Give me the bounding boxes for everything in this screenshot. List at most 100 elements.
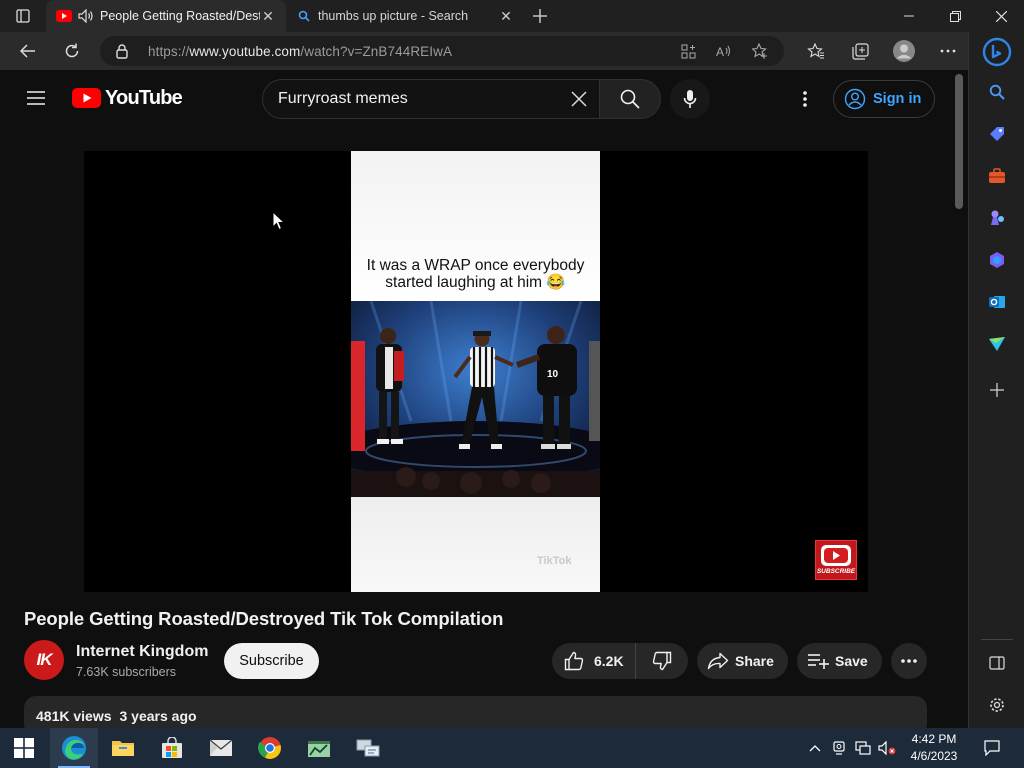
- plus-icon: [990, 383, 1004, 397]
- show-hidden-icons-button[interactable]: [803, 728, 827, 768]
- dislike-button[interactable]: [636, 643, 688, 679]
- taskbar-store[interactable]: [148, 728, 196, 768]
- minimize-button[interactable]: [886, 0, 932, 32]
- browser-tab-strip: People Getting Roasted/Destroyed Tik Tok…: [0, 0, 1024, 32]
- notifications-button[interactable]: [978, 728, 1006, 768]
- shopping-tag-icon: [990, 127, 1004, 141]
- search-input[interactable]: Furryroast memes: [278, 90, 559, 108]
- more-horizontal-icon: [940, 49, 956, 53]
- add-favorite-icon[interactable]: [742, 36, 778, 66]
- network-button[interactable]: [851, 728, 875, 768]
- more-actions-button[interactable]: [891, 643, 927, 679]
- new-tab-button[interactable]: [524, 0, 556, 32]
- camera-icon: [833, 741, 845, 755]
- taskbar-mail[interactable]: [197, 728, 245, 768]
- like-dislike-group: 6.2K: [552, 643, 688, 679]
- favorites-button[interactable]: [794, 32, 838, 70]
- youtube-page: YouTube Furryroast memes Sign in It was …: [0, 70, 968, 728]
- search-favicon-icon: [296, 8, 312, 24]
- taskbar-chart-app[interactable]: [295, 728, 343, 768]
- close-icon: [571, 91, 587, 107]
- more-vertical-icon: [803, 91, 807, 107]
- taskbar-edge[interactable]: [50, 728, 98, 768]
- channel-name[interactable]: Internet Kingdom: [76, 643, 208, 661]
- speaker-icon[interactable]: [78, 8, 94, 24]
- sidebar-tools-button[interactable]: [983, 162, 1011, 190]
- sidebar-shopping-button[interactable]: [983, 120, 1011, 148]
- subscribe-watermark[interactable]: SUBSCRIBE: [815, 540, 857, 580]
- plus-icon: [533, 9, 547, 23]
- read-aloud-icon[interactable]: A: [706, 36, 742, 66]
- tray-app-button[interactable]: [827, 728, 851, 768]
- collections-button[interactable]: [838, 32, 882, 70]
- save-label: Save: [835, 653, 868, 669]
- account-icon: [844, 88, 866, 110]
- guide-menu-button[interactable]: [18, 82, 54, 114]
- gear-icon: [990, 698, 1004, 712]
- taskbar-network-app[interactable]: [344, 728, 392, 768]
- save-button[interactable]: Save: [797, 643, 882, 679]
- more-horizontal-icon: [901, 659, 917, 663]
- channel-subscriber-count: 7.63K subscribers: [76, 665, 177, 679]
- share-label: Share: [735, 653, 774, 669]
- chess-piece-icon: [991, 210, 1004, 225]
- svg-text:10: 10: [547, 369, 559, 380]
- sidebar-settings-button[interactable]: [983, 691, 1011, 719]
- folder-icon: [112, 741, 134, 756]
- video-player[interactable]: It was a WRAP once everybody started lau…: [84, 151, 868, 592]
- taskbar-clock[interactable]: 4:42 PM 4/6/2023: [896, 731, 972, 765]
- url-field[interactable]: https://www.youtube.com/watch?v=ZnB744RE…: [100, 36, 784, 66]
- sign-in-button[interactable]: Sign in: [833, 80, 935, 118]
- app-available-icon[interactable]: [670, 36, 706, 66]
- channel-avatar-text: IK: [36, 650, 53, 669]
- restore-button[interactable]: [932, 0, 978, 32]
- profile-button[interactable]: [882, 32, 926, 70]
- youtube-wordmark: YouTube: [105, 86, 183, 109]
- subscribe-watermark-label: SUBSCRIBE: [816, 568, 856, 575]
- sidebar-games-button[interactable]: [983, 204, 1011, 232]
- youtube-logo[interactable]: YouTube: [72, 86, 183, 110]
- channel-avatar[interactable]: IK: [24, 640, 64, 680]
- search-button[interactable]: [599, 79, 661, 119]
- video-caption: It was a WRAP once everybody started lau…: [351, 257, 600, 291]
- bing-chat-button[interactable]: [981, 36, 1013, 68]
- clear-search-button[interactable]: [559, 80, 599, 118]
- lock-icon[interactable]: [114, 43, 130, 59]
- sidebar-m365-button[interactable]: [983, 246, 1011, 274]
- refresh-button[interactable]: [50, 32, 94, 70]
- tab-youtube[interactable]: People Getting Roasted/Destroyed Tik Tok…: [46, 0, 286, 32]
- settings-menu-button[interactable]: [790, 84, 820, 114]
- start-button[interactable]: [0, 728, 48, 768]
- close-window-button[interactable]: [978, 0, 1024, 32]
- microsoft365-icon: [990, 252, 1004, 268]
- taskbar-chrome[interactable]: [246, 728, 294, 768]
- search-box[interactable]: Furryroast memes: [262, 79, 600, 119]
- like-button[interactable]: 6.2K: [552, 643, 636, 679]
- tab-title: thumbs up picture - Search: [318, 9, 469, 23]
- settings-more-button[interactable]: [926, 32, 970, 70]
- tab-close-icon[interactable]: ✕: [260, 8, 276, 24]
- description-box[interactable]: 481K views 3 years ago: [24, 696, 927, 728]
- sidebar-hide-button[interactable]: [983, 649, 1011, 677]
- back-button[interactable]: [6, 32, 50, 70]
- hamburger-menu-icon: [27, 91, 45, 105]
- close-icon: [995, 10, 1007, 22]
- outlook-icon: [989, 296, 1005, 308]
- sidebar-search-button[interactable]: [983, 78, 1011, 106]
- voice-search-button[interactable]: [670, 79, 710, 119]
- taskbar-file-explorer[interactable]: [99, 728, 147, 768]
- sidebar-add-button[interactable]: [983, 376, 1011, 404]
- microphone-icon: [683, 90, 697, 108]
- bing-icon: [982, 37, 1012, 67]
- share-button[interactable]: Share: [697, 643, 788, 679]
- chart-window-icon: [308, 741, 330, 757]
- tab-close-icon[interactable]: ✕: [498, 8, 514, 24]
- tab-bing-search[interactable]: thumbs up picture - Search ✕: [286, 0, 524, 32]
- sidebar-drop-button[interactable]: [983, 330, 1011, 358]
- page-scrollbar[interactable]: [955, 74, 963, 209]
- subscribe-button[interactable]: Subscribe: [224, 643, 319, 679]
- sidebar-outlook-button[interactable]: [983, 288, 1011, 316]
- thumbs-up-icon: [564, 651, 584, 671]
- tiktok-watermark: TikTok: [537, 555, 572, 567]
- tab-actions-button[interactable]: [0, 0, 46, 32]
